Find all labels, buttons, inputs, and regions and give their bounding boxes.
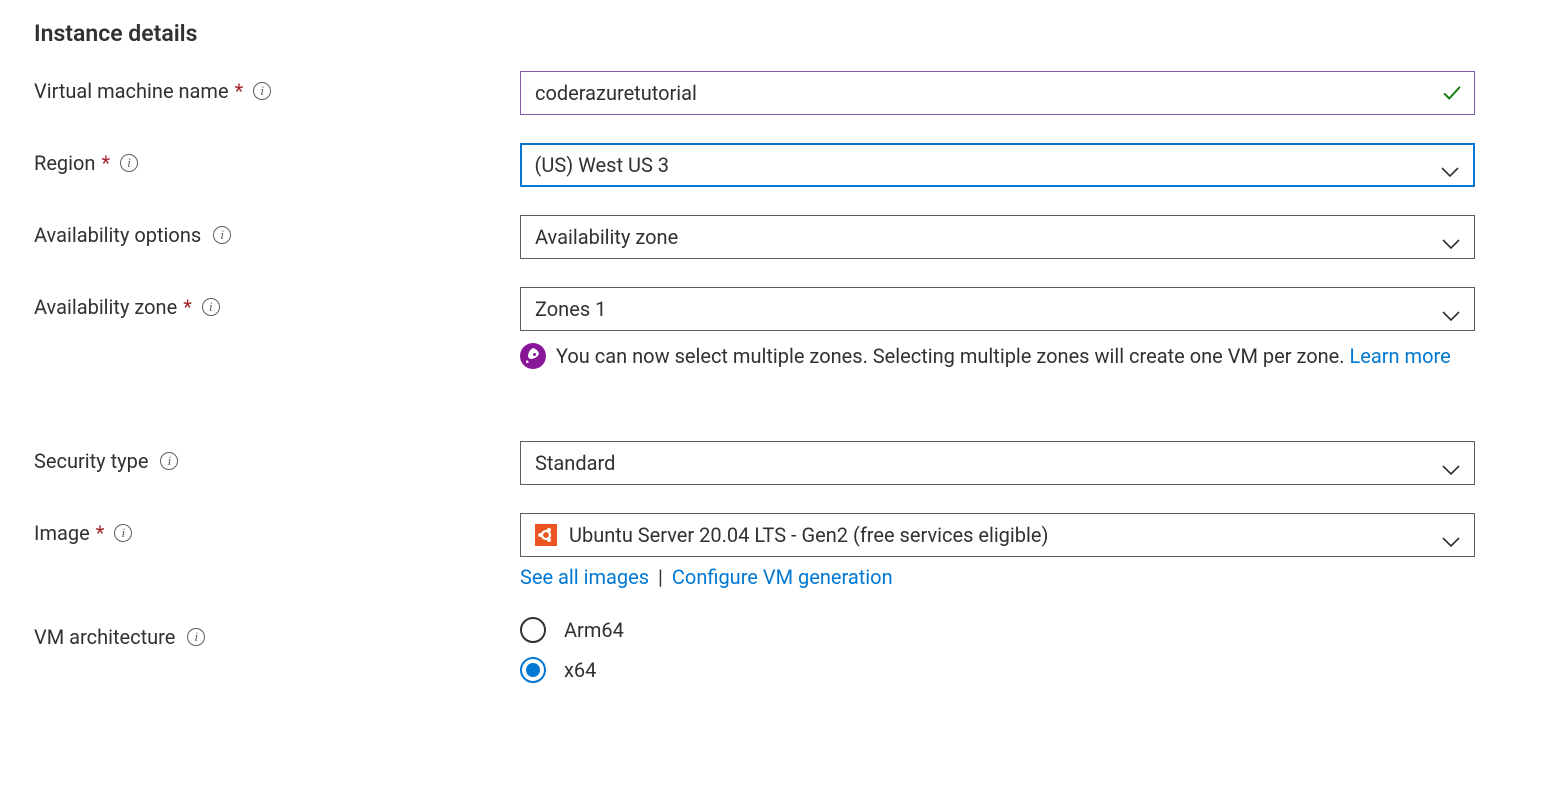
hint-text-content: You can now select multiple zones. Selec… [556,344,1350,368]
radio-circle-selected [520,657,546,683]
label-avail-options: Availability options i [34,215,520,255]
avail-zone-hint: You can now select multiple zones. Selec… [520,341,1475,371]
row-avail-options: Availability options i Availability zone [34,215,1524,259]
label-text-avail-options: Availability options [34,223,201,247]
label-image: Image * i [34,513,520,553]
vm-arch-radio-group: Arm64 x64 [520,617,1475,683]
row-image: Image * i Ubuntu Server 20.04 LTS - Gen2… [34,513,1524,589]
radio-arm64-label: Arm64 [564,618,624,642]
info-icon[interactable]: i [202,298,220,316]
region-select-value: (US) West US 3 [535,153,670,177]
info-icon[interactable]: i [114,524,132,542]
avail-options-value: Availability zone [535,225,678,249]
info-icon[interactable]: i [253,82,271,100]
info-icon[interactable]: i [120,154,138,172]
label-text-avail-zone: Availability zone [34,295,177,319]
chevron-down-icon [1441,159,1459,171]
chevron-down-icon [1442,231,1460,243]
row-vm-name: Virtual machine name * i [34,71,1524,115]
see-all-images-link[interactable]: See all images [520,565,649,589]
learn-more-link[interactable]: Learn more [1350,344,1451,368]
region-select[interactable]: (US) West US 3 [520,143,1475,187]
label-security-type: Security type i [34,441,520,481]
label-text-vm-arch: VM architecture [34,625,175,649]
radio-x64[interactable]: x64 [520,657,1475,683]
label-text-region: Region [34,151,95,175]
image-select-value: Ubuntu Server 20.04 LTS - Gen2 (free ser… [569,523,1048,547]
ubuntu-icon [535,524,557,546]
row-avail-zone: Availability zone * i Zones 1 You can no… [34,287,1524,371]
label-text-image: Image [34,521,90,545]
radio-arm64[interactable]: Arm64 [520,617,1475,643]
required-asterisk: * [101,151,110,175]
radio-dot [526,663,540,677]
info-icon[interactable]: i [160,452,178,470]
chevron-down-icon [1442,457,1460,469]
required-asterisk: * [235,79,244,103]
vm-name-input[interactable] [520,71,1475,115]
section-title: Instance details [34,20,1524,47]
label-text-vm-name: Virtual machine name [34,79,229,103]
configure-vm-generation-link[interactable]: Configure VM generation [672,565,893,589]
chevron-down-icon [1442,529,1460,541]
required-asterisk: * [96,521,105,545]
row-security-type: Security type i Standard [34,441,1524,485]
security-type-value: Standard [535,451,615,475]
info-icon[interactable]: i [213,226,231,244]
label-vm-name: Virtual machine name * i [34,71,520,111]
avail-zone-value: Zones 1 [535,297,606,321]
info-icon[interactable]: i [187,628,205,646]
chevron-down-icon [1442,303,1460,315]
required-asterisk: * [183,295,192,319]
image-select[interactable]: Ubuntu Server 20.04 LTS - Gen2 (free ser… [520,513,1475,557]
row-region: Region * i (US) West US 3 [34,143,1524,187]
row-vm-architecture: VM architecture i Arm64 x64 [34,617,1524,683]
label-vm-architecture: VM architecture i [34,617,520,657]
image-links: See all images | Configure VM generation [520,565,1475,589]
radio-x64-label: x64 [564,658,596,682]
link-separator: | [658,565,663,589]
label-avail-zone: Availability zone * i [34,287,520,327]
avail-zone-hint-text: You can now select multiple zones. Selec… [556,341,1475,371]
radio-circle [520,617,546,643]
label-region: Region * i [34,143,520,183]
security-type-select[interactable]: Standard [520,441,1475,485]
avail-options-select[interactable]: Availability zone [520,215,1475,259]
avail-zone-select[interactable]: Zones 1 [520,287,1475,331]
label-text-security-type: Security type [34,449,148,473]
rocket-icon [520,343,546,369]
vm-name-input-wrap [520,71,1475,115]
